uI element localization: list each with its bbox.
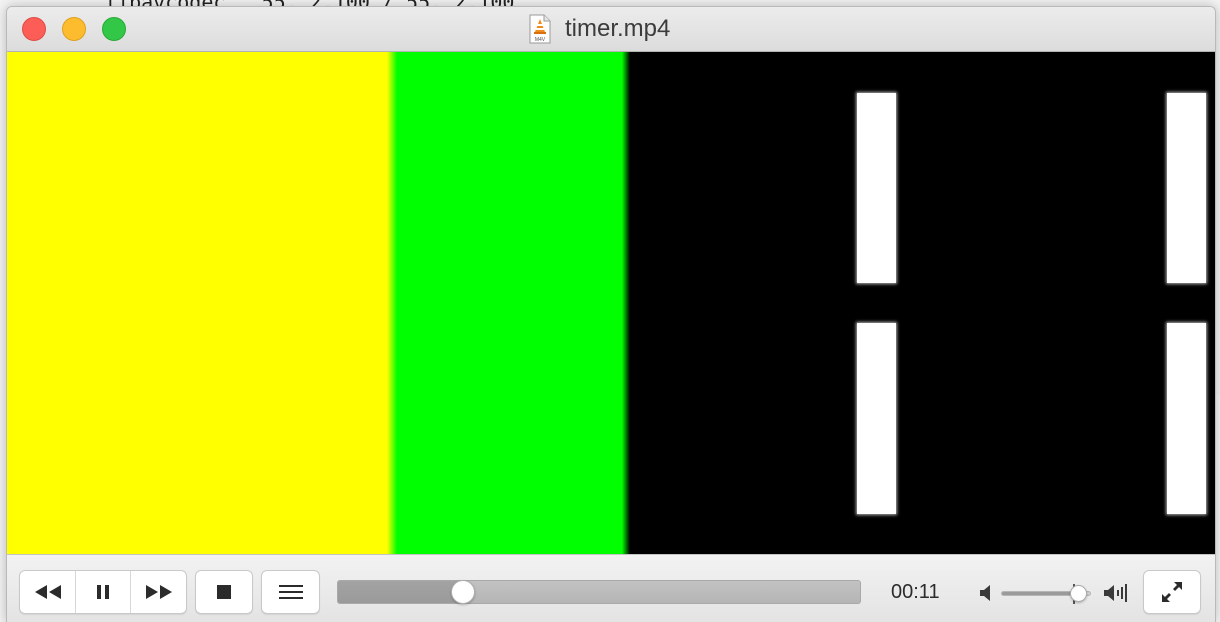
timer-digit-segment: [857, 93, 896, 283]
volume-slider-knob[interactable]: [1070, 585, 1087, 602]
elapsed-time-label[interactable]: 00:11: [891, 580, 940, 604]
stop-button-group: [195, 570, 253, 614]
transport-button-group: [19, 570, 187, 614]
fast-forward-icon: [145, 585, 172, 599]
video-band-edge: [387, 52, 397, 554]
fullscreen-icon: [1162, 582, 1182, 602]
pause-icon: [97, 585, 109, 599]
seek-slider-knob[interactable]: [451, 580, 475, 604]
timer-digit-segment: [1167, 323, 1206, 514]
video-band-edge: [622, 52, 630, 554]
minimize-window-button[interactable]: [62, 17, 86, 41]
fullscreen-button[interactable]: [1144, 571, 1200, 613]
playlist-button-group: [261, 570, 320, 614]
playlist-icon: [278, 585, 303, 599]
playlist-button[interactable]: [262, 571, 319, 613]
video-green-band: [392, 52, 626, 554]
volume-low-icon[interactable]: [978, 582, 996, 604]
rewind-icon: [34, 585, 61, 599]
timer-digit-segment: [1167, 93, 1206, 283]
window-title-group: M4V timer.mp4: [529, 13, 670, 45]
vlc-player-window: M4V timer.mp4 00:11: [6, 6, 1216, 622]
svg-text:M4V: M4V: [535, 37, 546, 43]
vlc-m4v-document-icon: M4V: [529, 14, 551, 44]
pause-button[interactable]: [75, 571, 130, 613]
video-output[interactable]: [7, 52, 1215, 554]
stop-button[interactable]: [196, 571, 252, 613]
close-window-button[interactable]: [22, 17, 46, 41]
fullscreen-button-group: [1143, 570, 1201, 614]
title-bar[interactable]: M4V timer.mp4: [7, 7, 1215, 52]
desktop-background: libavcodec 55. 2.100 / 55. 2.100 M4V tim…: [0, 0, 1220, 622]
zoom-window-button[interactable]: [102, 17, 126, 41]
timer-digit-segment: [857, 323, 896, 514]
window-title: timer.mp4: [565, 15, 671, 42]
seek-slider[interactable]: [337, 580, 861, 604]
playback-control-bar: 00:11: [7, 554, 1215, 622]
seek-progress-fill: [338, 581, 463, 603]
stop-icon: [217, 585, 231, 599]
volume-high-icon[interactable]: [1103, 582, 1129, 604]
fast-forward-button[interactable]: [130, 571, 186, 613]
video-yellow-band: [7, 52, 391, 554]
volume-level-fill: [1002, 592, 1079, 595]
rewind-button[interactable]: [20, 571, 75, 613]
